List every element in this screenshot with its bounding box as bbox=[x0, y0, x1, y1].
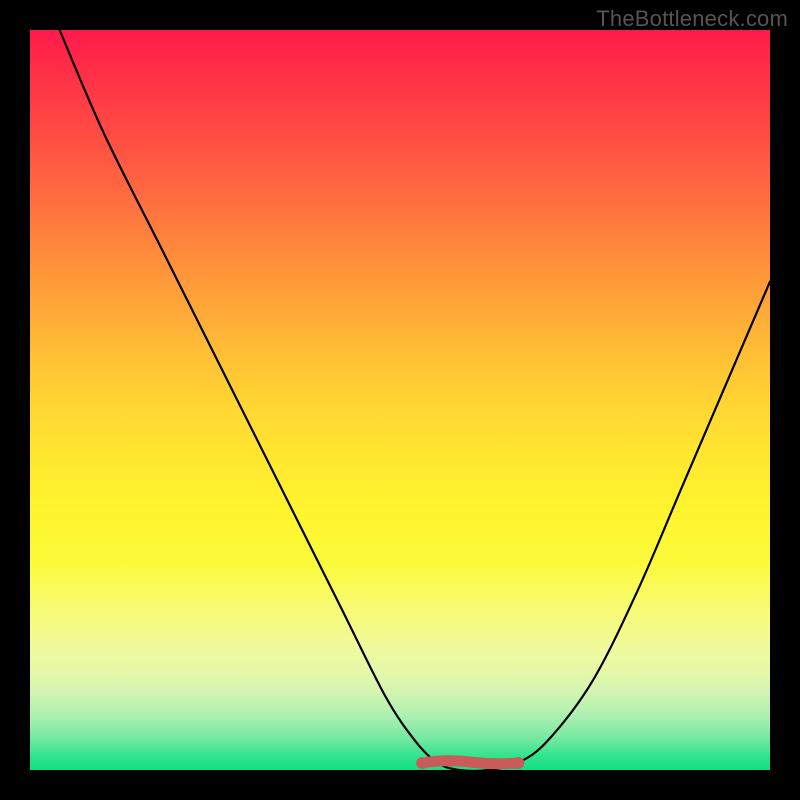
chart-frame: TheBottleneck.com bbox=[0, 0, 800, 800]
plot-area bbox=[30, 30, 770, 770]
optimal-range-marker bbox=[30, 30, 770, 770]
watermark-text: TheBottleneck.com bbox=[596, 6, 788, 32]
